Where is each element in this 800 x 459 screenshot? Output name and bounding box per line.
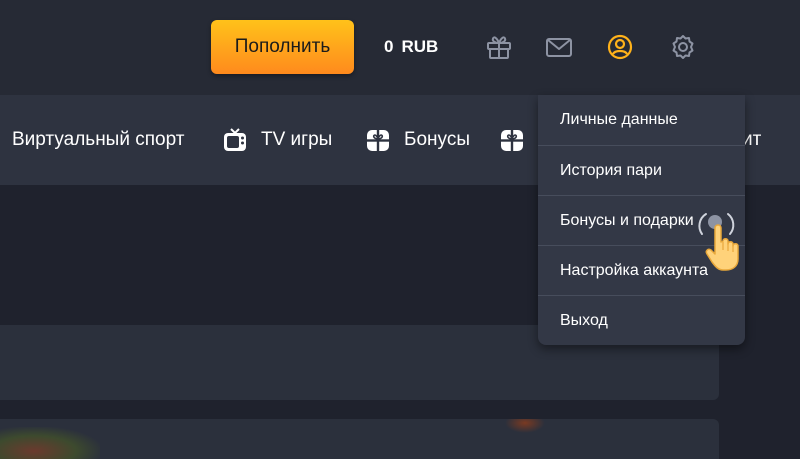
balance-amount: 0	[384, 37, 394, 56]
nav-item-tv-games[interactable]: TV игры	[223, 95, 332, 185]
balance-display[interactable]: 0 RUB	[384, 37, 438, 57]
user-icon[interactable]	[606, 33, 634, 61]
nav-item-label: TV игры	[261, 129, 333, 150]
banner-artwork	[0, 427, 100, 459]
nav-item-partial[interactable]	[500, 95, 538, 185]
deposit-button[interactable]: Пополнить	[211, 20, 354, 74]
promo-banner[interactable]	[0, 419, 719, 459]
banner-artwork	[505, 419, 545, 433]
menu-item-bet-history[interactable]: История пари	[538, 145, 745, 195]
menu-item-personal-data[interactable]: Личные данные	[538, 95, 745, 145]
gift-box-icon	[500, 127, 524, 153]
gift-icon[interactable]	[485, 33, 513, 61]
menu-item-logout[interactable]: Выход	[538, 295, 745, 345]
nav-item-virtual-sports[interactable]: Виртуальный спорт	[12, 95, 184, 185]
top-header: Пополнить 0 RUB	[0, 0, 800, 95]
nav-item-label: Виртуальный спорт	[12, 129, 185, 150]
hand-pointer-cursor	[696, 204, 756, 274]
nav-item-label: Бонусы	[404, 129, 470, 150]
gift-box-icon	[366, 127, 390, 153]
tv-icon	[223, 127, 247, 153]
nav-item-bonuses[interactable]: Бонусы	[366, 95, 470, 185]
mail-icon[interactable]	[545, 33, 573, 61]
balance-currency: RUB	[401, 37, 439, 56]
gear-icon[interactable]	[669, 33, 697, 61]
